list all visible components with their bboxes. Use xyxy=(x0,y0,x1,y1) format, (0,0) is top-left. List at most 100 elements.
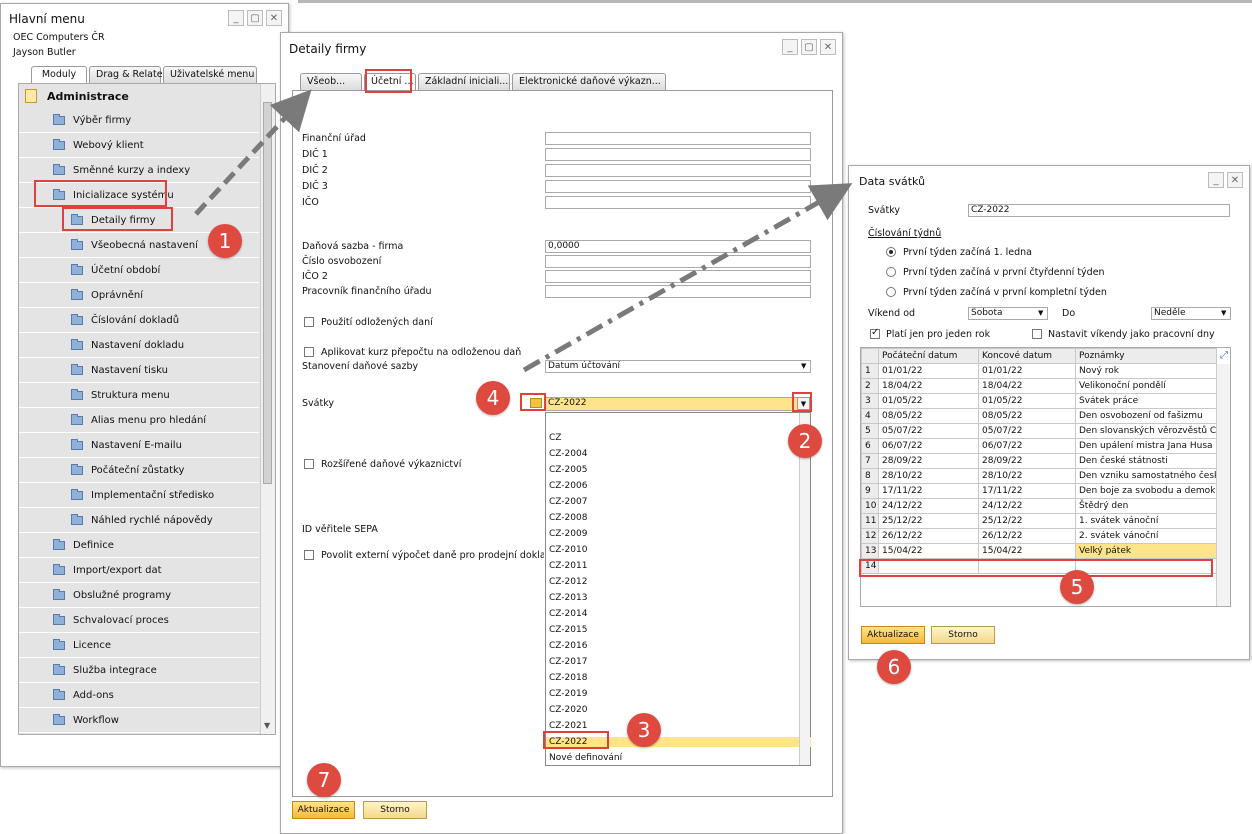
table-row[interactable]: 7 28/09/22 28/09/22 Den české státnosti xyxy=(861,453,1217,469)
dropdown-option[interactable]: CZ-2017 xyxy=(549,657,587,667)
maximize-button[interactable]: ▢ xyxy=(801,39,817,55)
maximize-button[interactable]: ▢ xyxy=(247,10,263,26)
holidays-set-field[interactable]: CZ-2022 xyxy=(968,204,1230,217)
table-cell[interactable]: 15/04/22 xyxy=(978,543,1076,559)
external-tax-checkbox[interactable] xyxy=(304,550,314,560)
table-row[interactable]: 2 18/04/22 18/04/22 Velikonoční pondělí xyxy=(861,378,1217,394)
submenu-item[interactable]: Číslování dokladů xyxy=(19,308,259,333)
close-button[interactable]: ✕ xyxy=(1227,172,1243,188)
table-cell[interactable]: 01/01/22 xyxy=(978,363,1076,379)
holidays-select[interactable]: CZ-2022 xyxy=(545,397,811,411)
table-cell[interactable]: 05/07/22 xyxy=(978,423,1076,439)
submenu-item[interactable]: Implementační středisko xyxy=(19,483,259,508)
submenu-item[interactable]: Náhled rychlé nápovědy xyxy=(19,508,259,533)
table-row[interactable]: 13 15/04/22 15/04/22 Velký pátek xyxy=(861,543,1217,559)
table-cell[interactable]: 26/12/22 xyxy=(878,528,979,544)
module-item[interactable]: Import/export dat xyxy=(19,558,259,583)
radio-jan1[interactable] xyxy=(886,247,896,257)
table-cell[interactable]: 01/05/22 xyxy=(878,393,979,409)
table-cell[interactable]: 28/10/22 xyxy=(878,468,979,484)
table-cell[interactable]: 15/04/22 xyxy=(878,543,979,559)
one-year-checkbox[interactable]: ✓ xyxy=(870,327,880,339)
table-cell[interactable]: 06/07/22 xyxy=(978,438,1076,454)
update-button[interactable]: Aktualizace xyxy=(292,801,355,819)
dropdown-option[interactable]: CZ-2010 xyxy=(549,545,587,555)
table-cell[interactable]: Svátek práce xyxy=(1075,393,1217,409)
scrollbar[interactable]: ▼ xyxy=(260,84,275,734)
submenu-item[interactable]: Účetní období xyxy=(19,258,259,283)
table-cell[interactable]: Den slovanských věrozvěstů C xyxy=(1075,423,1217,439)
field-input[interactable] xyxy=(545,148,811,161)
table-cell[interactable]: 25/12/22 xyxy=(978,513,1076,529)
table-cell[interactable]: 1. svátek vánoční xyxy=(1075,513,1217,529)
module-item[interactable]: Obslužné programy xyxy=(19,583,259,608)
table-row[interactable]: 3 01/05/22 01/05/22 Svátek práce xyxy=(861,393,1217,409)
minimize-button[interactable]: _ xyxy=(1208,172,1224,188)
module-item[interactable]: Add-ons xyxy=(19,683,259,708)
radio-first-4day[interactable] xyxy=(886,267,896,277)
column-header[interactable]: Koncové datum xyxy=(978,348,1076,364)
submenu-item[interactable]: Nastavení tisku xyxy=(19,358,259,383)
rate-select[interactable]: Datum účtování xyxy=(545,360,811,373)
submenu-item[interactable]: Nastavení E-mailu xyxy=(19,433,259,458)
dropdown-option[interactable]: CZ-2020 xyxy=(549,705,587,715)
holidays-cancel-button[interactable]: Storno xyxy=(931,626,995,644)
table-row[interactable]: 12 26/12/22 26/12/22 2. svátek vánoční xyxy=(861,528,1217,544)
close-button[interactable]: ✕ xyxy=(266,10,282,26)
dropdown-option[interactable]: CZ-2018 xyxy=(549,673,587,683)
dropdown-option[interactable]: CZ-2014 xyxy=(549,609,587,619)
close-button[interactable]: ✕ xyxy=(820,39,836,55)
module-item[interactable]: Workflow xyxy=(19,708,259,733)
submenu-item[interactable]: Nastavení dokladu xyxy=(19,333,259,358)
field-input[interactable] xyxy=(545,196,811,209)
scroll-down-arrow-icon[interactable]: ▼ xyxy=(264,721,270,730)
dropdown-option[interactable]: CZ-2008 xyxy=(549,513,587,523)
tab-user-menu[interactable]: Uživatelské menu xyxy=(163,66,257,83)
table-row[interactable]: 1 01/01/22 01/01/22 Nový rok xyxy=(861,363,1217,379)
table-row[interactable]: 11 25/12/22 25/12/22 1. svátek vánoční xyxy=(861,513,1217,529)
table-cell[interactable]: 28/09/22 xyxy=(978,453,1076,469)
table-cell[interactable]: 17/11/22 xyxy=(978,483,1076,499)
table-cell[interactable]: 28/09/22 xyxy=(878,453,979,469)
minimize-button[interactable]: _ xyxy=(228,10,244,26)
table-row[interactable]: 5 05/07/22 05/07/22 Den slovanských věrozvě… xyxy=(861,423,1217,439)
table-cell[interactable]: 08/05/22 xyxy=(978,408,1076,424)
table-cell[interactable]: 18/04/22 xyxy=(878,378,979,394)
table-row[interactable]: 9 17/11/22 17/11/22 Den boje za svobodu a d… xyxy=(861,483,1217,499)
dropdown-option[interactable]: Nové definování xyxy=(549,753,622,763)
table-row[interactable]: 4 08/05/22 08/05/22 Den osvobození od fašiz… xyxy=(861,408,1217,424)
field-input[interactable] xyxy=(545,285,811,298)
column-header[interactable]: Poznámky xyxy=(1075,348,1217,364)
deferred-tax-checkbox[interactable] xyxy=(304,317,314,327)
module-item[interactable]: Služba integrace xyxy=(19,658,259,683)
table-cell[interactable]: 2. svátek vánoční xyxy=(1075,528,1217,544)
dropdown-option[interactable]: CZ-2009 xyxy=(549,529,587,539)
extended-reporting-checkbox[interactable] xyxy=(304,459,314,469)
submenu-item[interactable]: Oprávnění xyxy=(19,283,259,308)
cancel-button[interactable]: Storno xyxy=(363,801,427,819)
table-cell[interactable]: Den vzniku samostatného česk xyxy=(1075,468,1217,484)
dropdown-option[interactable]: CZ-2016 xyxy=(549,641,587,651)
dropdown-option[interactable]: CZ-2015 xyxy=(549,625,587,635)
table-row[interactable]: 8 28/10/22 28/10/22 Den vzniku samostatného… xyxy=(861,468,1217,484)
dropdown-option[interactable]: CZ-2012 xyxy=(549,577,587,587)
weekend-from-select[interactable]: Sobota xyxy=(968,307,1048,320)
table-cell[interactable]: 28/10/22 xyxy=(978,468,1076,484)
expand-icon[interactable]: ⤢ xyxy=(1220,350,1228,361)
dropdown-option[interactable]: CZ-2005 xyxy=(549,465,587,475)
minimize-button[interactable]: _ xyxy=(782,39,798,55)
table-cell[interactable]: Den české státnosti xyxy=(1075,453,1217,469)
dropdown-scrollbar[interactable] xyxy=(799,413,810,765)
apply-rate-checkbox[interactable] xyxy=(304,347,314,357)
table-cell[interactable]: 25/12/22 xyxy=(878,513,979,529)
tab-basic-init[interactable]: Základní iniciali... xyxy=(418,73,510,90)
tab-drag-relate[interactable]: Drag & Relate xyxy=(89,66,163,83)
table-cell[interactable]: 18/04/22 xyxy=(978,378,1076,394)
tab-electronic-reports[interactable]: Elektronické daňové výkazn... xyxy=(512,73,666,90)
table-cell[interactable]: 06/07/22 xyxy=(878,438,979,454)
column-header[interactable]: Počáteční datum xyxy=(878,348,979,364)
field-input[interactable] xyxy=(545,270,811,283)
table-row[interactable]: 10 24/12/22 24/12/22 Štědrý den xyxy=(861,498,1217,514)
table-cell[interactable]: 08/05/22 xyxy=(878,408,979,424)
module-item[interactable]: Definice xyxy=(19,533,259,558)
